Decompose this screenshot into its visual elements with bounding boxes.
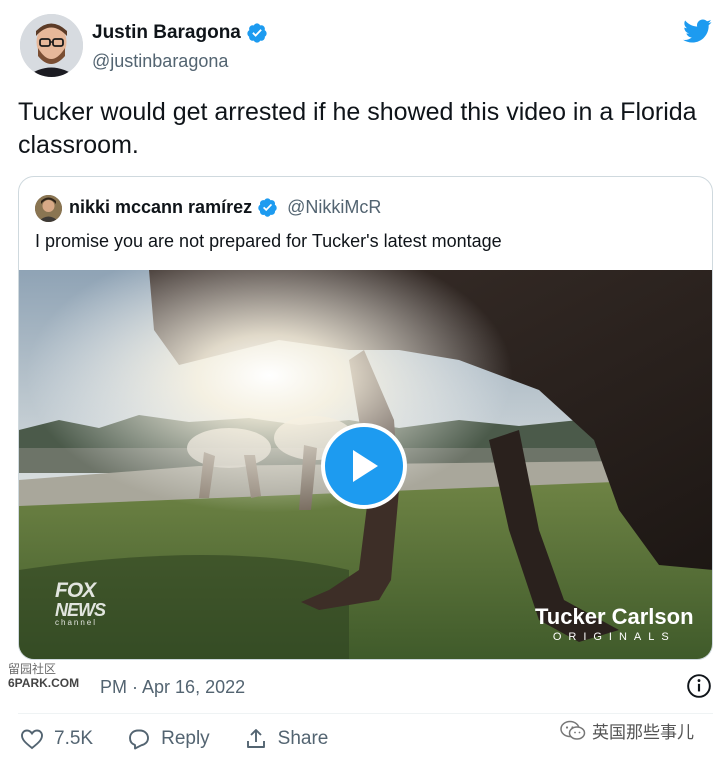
verified-badge-icon	[258, 198, 277, 217]
divider	[18, 713, 713, 714]
play-icon	[353, 450, 378, 482]
share-label: Share	[277, 728, 329, 749]
author-avatar[interactable]	[20, 14, 83, 77]
timestamp-separator: ·	[132, 677, 143, 697]
like-count: 7.5K	[54, 728, 94, 749]
tweet-text: Tucker would get arrested if he showed t…	[18, 98, 697, 159]
author-name[interactable]: Justin Baragona	[92, 22, 241, 44]
reply-button[interactable]: Reply	[127, 727, 210, 751]
video-player[interactable]: FOX NEWS channel Tucker Carlson ORIGINAL…	[19, 270, 712, 659]
timestamp-time: PM	[100, 677, 127, 697]
reply-label: Reply	[161, 728, 210, 749]
quoted-author-handle[interactable]: @NikkiMcR	[287, 197, 381, 218]
like-button[interactable]: 7.5K	[20, 727, 93, 751]
share-button[interactable]: Share	[244, 727, 329, 751]
wechat-watermark: 英国那些事儿	[560, 718, 694, 743]
brand-subtitle: ORIGINALS	[552, 631, 676, 643]
share-icon	[246, 729, 265, 748]
quoted-author-row: nikki mccann ramírez @NikkiMcR	[69, 197, 381, 218]
tweet-actions: 7.5K Reply Share	[20, 727, 362, 751]
play-button[interactable]	[321, 423, 407, 509]
timestamp-date: Apr 16, 2022	[142, 677, 246, 697]
wechat-icon	[560, 720, 586, 740]
watermark-line2: 6PARK.COM	[8, 676, 80, 690]
reply-icon	[129, 729, 150, 750]
heart-icon	[21, 729, 43, 750]
info-icon[interactable]	[686, 673, 712, 699]
twitter-bird-icon[interactable]	[680, 16, 714, 46]
quoted-author-avatar[interactable]	[35, 195, 62, 222]
tweet-card: Justin Baragona @justinbaragona Tucker w…	[0, 0, 725, 761]
quoted-tweet[interactable]: nikki mccann ramírez @NikkiMcR I promise…	[18, 176, 713, 660]
author-name-row: Justin Baragona	[92, 22, 268, 44]
tucker-carlson-originals-logo: Tucker Carlson ORIGINALS	[535, 604, 694, 643]
brand-title: Tucker Carlson	[535, 604, 694, 629]
tweet-timestamp[interactable]: PM · Apr 16, 2022	[100, 677, 245, 698]
fox-logo-line2: NEWS	[55, 600, 106, 620]
fox-logo-line3: channel	[55, 618, 98, 627]
author-handle[interactable]: @justinbaragona	[92, 51, 228, 72]
site-watermark: 留园社区 6PARK.COM	[8, 662, 79, 690]
fox-logo-line1: FOX	[55, 579, 96, 602]
quoted-tweet-text: I promise you are not prepared for Tucke…	[35, 231, 502, 251]
wechat-account-name: 英国那些事儿	[592, 723, 694, 742]
fox-news-logo: FOX NEWS channel	[55, 580, 121, 642]
quoted-author-name[interactable]: nikki mccann ramírez	[69, 197, 252, 218]
watermark-line1: 留园社区	[8, 662, 57, 676]
verified-badge-icon	[247, 23, 267, 43]
